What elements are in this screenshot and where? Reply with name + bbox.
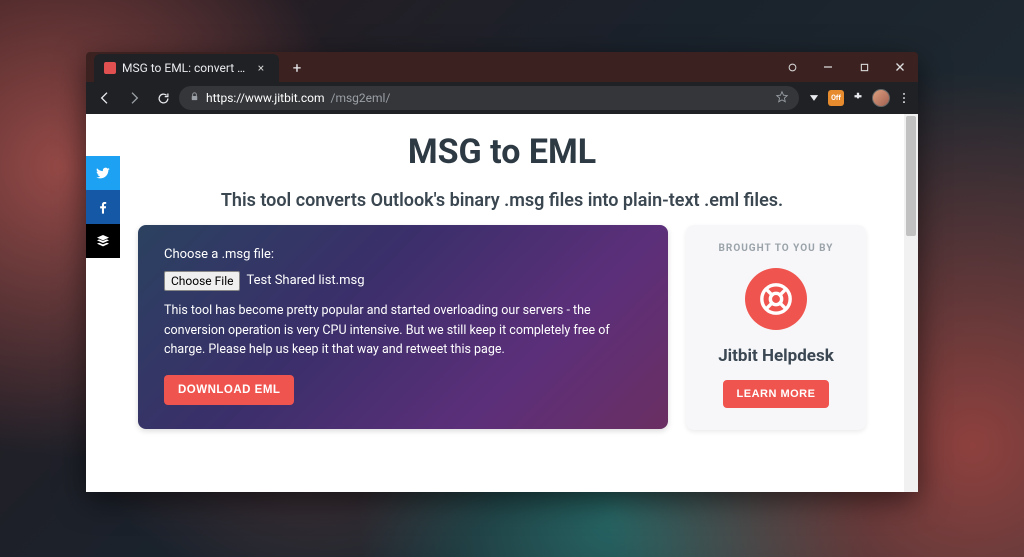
browser-titlebar: MSG to EML: convert Outlook .m… × +: [86, 52, 918, 82]
social-share-rail: [86, 156, 120, 258]
lock-icon: [189, 91, 200, 105]
extensions-puzzle-icon[interactable]: [850, 90, 866, 106]
tab-title: MSG to EML: convert Outlook .m…: [122, 61, 247, 75]
url-input[interactable]: https://www.jitbit.com/msg2eml/: [179, 86, 799, 110]
nav-forward-icon[interactable]: [121, 85, 147, 111]
profile-avatar-icon[interactable]: [872, 89, 890, 107]
share-buffer-button[interactable]: [86, 224, 120, 258]
browser-addressbar: https://www.jitbit.com/msg2eml/ Off: [86, 82, 918, 114]
window-close-icon[interactable]: [882, 52, 918, 82]
extension-icons: Off: [806, 89, 912, 107]
page-subtitle: This tool converts Outlook's binary .msg…: [138, 190, 866, 211]
file-picker-row: Choose File Test Shared list.msg: [164, 271, 642, 291]
tab-favicon-icon: [104, 62, 116, 74]
nav-back-icon[interactable]: [92, 85, 118, 111]
browser-window: MSG to EML: convert Outlook .m… × +: [86, 52, 918, 492]
new-tab-button[interactable]: +: [286, 57, 308, 79]
nav-reload-icon[interactable]: [150, 85, 176, 111]
scrollbar-thumb[interactable]: [906, 116, 916, 236]
choose-file-button[interactable]: Choose File: [164, 271, 240, 291]
page-viewport: MSG to EML This tool converts Outlook's …: [86, 114, 918, 492]
extension-pocket-icon[interactable]: [806, 90, 822, 106]
promo-brand: Jitbit Helpdesk: [698, 346, 854, 366]
window-controls: [774, 52, 918, 82]
panel-note: This tool has become pretty popular and …: [164, 301, 642, 359]
promo-heading: BROUGHT TO YOU BY: [698, 243, 854, 254]
scrollbar-track[interactable]: [904, 114, 918, 492]
bookmark-star-icon[interactable]: [775, 90, 789, 107]
promo-card: BROUGHT TO YOU BY Jitbit Helpdesk LEARN …: [686, 225, 866, 430]
share-facebook-button[interactable]: [86, 190, 120, 224]
lifebuoy-icon: [745, 268, 807, 330]
desktop-wallpaper: MSG to EML: convert Outlook .m… × +: [0, 0, 1024, 557]
content-row: Choose a .msg file: Choose File Test Sha…: [138, 225, 866, 430]
tab-close-icon[interactable]: ×: [253, 61, 269, 75]
url-host: https://www.jitbit.com: [206, 91, 325, 105]
download-eml-button[interactable]: DOWNLOAD EML: [164, 375, 294, 405]
learn-more-button[interactable]: LEARN MORE: [723, 380, 830, 408]
chosen-file-name: Test Shared list.msg: [246, 271, 364, 291]
url-path: /msg2eml/: [331, 91, 391, 105]
page-title: MSG to EML: [138, 132, 866, 172]
window-maximize-icon[interactable]: [846, 52, 882, 82]
window-minimize-icon[interactable]: [810, 52, 846, 82]
share-twitter-button[interactable]: [86, 156, 120, 190]
converter-panel: Choose a .msg file: Choose File Test Sha…: [138, 225, 668, 429]
browser-tab[interactable]: MSG to EML: convert Outlook .m… ×: [94, 54, 279, 82]
page-content: MSG to EML This tool converts Outlook's …: [86, 114, 918, 430]
account-indicator-icon[interactable]: [774, 52, 810, 82]
choose-file-label: Choose a .msg file:: [164, 245, 642, 265]
extension-off-icon[interactable]: Off: [828, 90, 844, 106]
browser-menu-icon[interactable]: [896, 90, 912, 106]
